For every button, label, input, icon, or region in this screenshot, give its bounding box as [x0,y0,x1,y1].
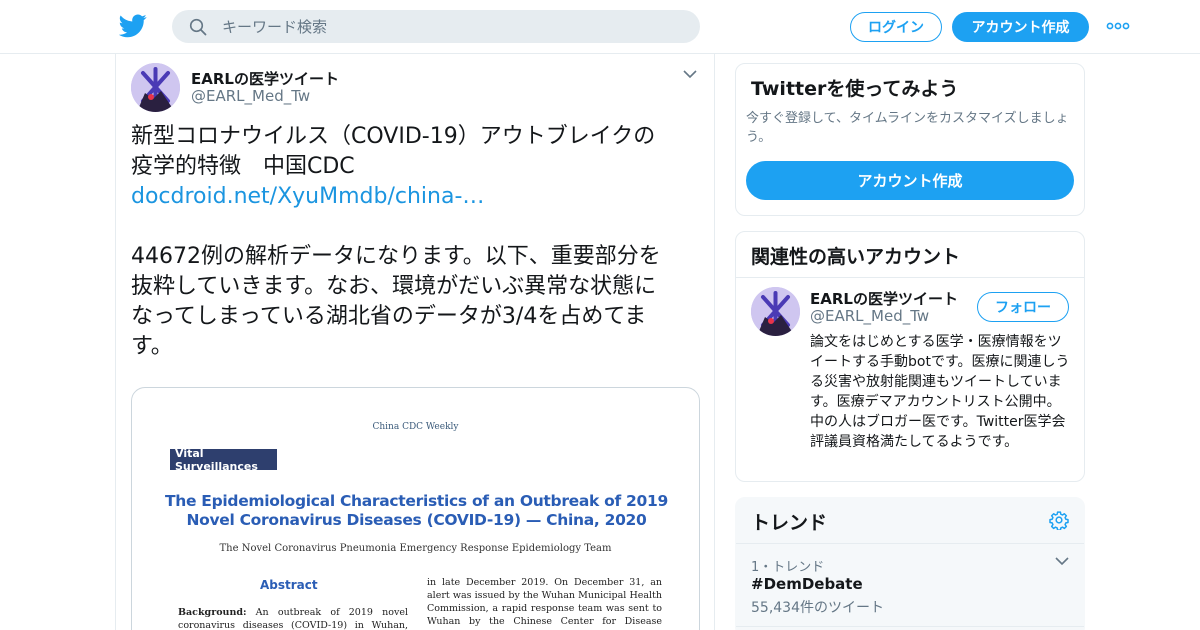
tweet-text-line: 抜粋していきます。なお、環境がだいぶ異常な状態に [131,274,657,299]
twitter-bird-logo-icon[interactable] [119,13,147,39]
trend-rank: 1・トレンド [751,560,825,575]
tweet-text-line: 疫学的特徴 中国CDC [131,154,355,179]
tweet-text-line: 44672例の解析データになります。以下、重要部分を [131,244,661,269]
top-navigation-bar: ログイン アカウント作成 [0,0,1200,54]
trends-module: トレンド 1・トレンド #DemDebate 55,434件のツイート [735,497,1085,630]
tweet-text: 新型コロナウイルス（COVID-19）アウトブレイクの 疫学的特徴 中国CDC … [131,122,701,362]
section-tag: Vital Surveillances [170,447,277,473]
search-input[interactable] [222,10,682,43]
gear-icon[interactable] [1049,510,1069,530]
journal-name: China CDC Weekly [372,422,459,432]
avatar-image [131,63,180,112]
signup-module: Twitterを使ってみよう 今すぐ登録して、タイムラインをカスタマイズしましょ… [735,63,1085,216]
abstract-heading: Abstract [260,578,318,592]
avatar-image [751,287,800,336]
search-box[interactable] [172,10,700,43]
abstract-right-column: in late December 2019. On December 31, a… [427,577,662,630]
more-options-icon[interactable] [1106,18,1130,34]
tweet-author-handle[interactable]: @EARL_Med_Tw [191,87,310,105]
related-account-handle[interactable]: @EARL_Med_Tw [810,307,929,325]
trend-hashtag[interactable]: #DemDebate [751,575,863,593]
chevron-down-icon[interactable] [682,68,698,80]
avatar[interactable] [751,287,800,336]
trends-title: トレンド [751,512,828,534]
chevron-down-icon[interactable] [1055,556,1069,566]
paper-authors: The Novel Coronavirus Pneumonia Emergenc… [219,543,612,554]
related-account-bio: 論文をはじめとする医学・医療情報をツイートする手動botです。医療に関連しうる災… [810,334,1070,450]
avatar[interactable] [131,63,180,112]
trend-tweet-count: 55,434件のツイート [751,600,884,616]
signup-button[interactable]: アカウント作成 [952,12,1089,42]
tweet-text-line: す。 [131,334,173,359]
related-accounts-header: 関連性の高いアカウント [736,232,1084,278]
tweet-link[interactable]: docdroid.net/XyuMmdb/china-… [131,182,701,212]
signup-module-description: 今すぐ登録して、タイムラインをカスタマイズしましょう。 [746,111,1069,145]
tweet-column: EARLの医学ツイート @EARL_Med_Tw 新型コロナウイルス（COVID… [115,54,715,630]
follow-button[interactable]: フォロー [977,292,1069,322]
search-icon [189,18,207,36]
tweet-text-line: なってしまっている湖北省のデータが3/4を占めてま [131,304,647,329]
related-account-name[interactable]: EARLの医学ツイート [810,288,958,309]
abstract-left-column: Background: An outbreak of 2019 novel co… [178,606,408,630]
tweet-author-name[interactable]: EARLの医学ツイート [191,68,339,89]
signup-module-button[interactable]: アカウント作成 [746,161,1074,200]
related-accounts-module: 関連性の高いアカウント EARLの医学ツイート @EARL_Med_Tw フォロ… [735,231,1085,482]
abstract-lead: Background: [178,607,247,618]
login-button[interactable]: ログイン [850,12,942,42]
signup-module-title: Twitterを使ってみよう [751,78,959,100]
tweet-text-line: 新型コロナウイルス（COVID-19）アウトブレイクの [131,124,656,149]
paper-title: The Epidemiological Characteristics of a… [164,492,668,529]
trends-header: トレンド [736,498,1084,544]
media-card[interactable]: China CDC Weekly Vital Surveillances The… [131,387,700,630]
divider [736,626,1084,627]
related-accounts-title: 関連性の高いアカウント [751,246,961,268]
